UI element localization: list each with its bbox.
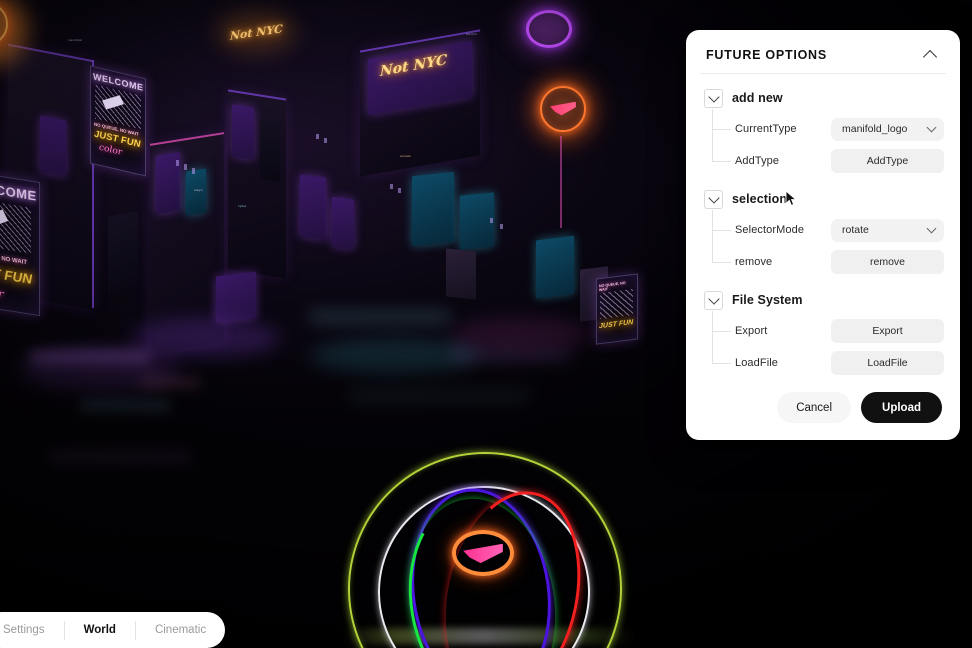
group-toggle-button[interactable] [704, 88, 723, 108]
chevron-down-icon [926, 122, 937, 133]
chevron-down-icon [707, 90, 720, 103]
group-header[interactable]: File System [704, 289, 944, 311]
group-rows: CurrentType manifold_logo AddType AddTyp… [704, 109, 944, 177]
group-file-system: File System Export Export LoadFile LoadF… [704, 289, 944, 379]
button-label: Export [872, 325, 903, 337]
select-value: manifold_logo [842, 123, 908, 135]
row-label: AddType [735, 155, 780, 167]
tab-world[interactable]: World [65, 612, 135, 648]
upload-button[interactable]: Upload [861, 392, 942, 423]
rotation-gizmo[interactable] [344, 452, 634, 648]
mouse-pointer-icon [785, 190, 798, 207]
button-label: LoadFile [867, 357, 908, 369]
group-toggle-button[interactable] [704, 189, 723, 209]
group-rows: Export Export LoadFile LoadFile [704, 311, 944, 379]
bottom-tab-bar: Settings World Cinematic [0, 612, 226, 648]
chevron-up-icon [922, 49, 938, 64]
group-label: File System [732, 293, 803, 307]
chevron-down-icon [707, 191, 720, 204]
panel-header: FUTURE OPTIONS [686, 30, 960, 73]
row-load-file: LoadFile LoadFile [712, 347, 944, 379]
gizmo-manifold-logo [452, 530, 514, 576]
add-type-button[interactable]: AddType [831, 149, 944, 173]
tab-cinematic[interactable]: Cinematic [136, 612, 225, 648]
load-file-button[interactable]: LoadFile [831, 351, 944, 375]
row-label: remove [735, 256, 773, 268]
panel-footer: Cancel Upload [686, 392, 960, 440]
group-rows: SelectorMode rotate remove remove [704, 210, 944, 278]
row-export: Export Export [712, 315, 944, 347]
button-label: AddType [866, 155, 909, 167]
row-selector-mode: SelectorMode rotate [712, 214, 944, 246]
row-remove: remove remove [712, 246, 944, 278]
group-toggle-button[interactable] [704, 290, 723, 310]
group-header[interactable]: add new [704, 87, 944, 109]
row-add-type: AddType AddType [712, 145, 944, 177]
future-options-panel: FUTURE OPTIONS add new CurrentType manif… [686, 30, 960, 440]
export-button[interactable]: Export [831, 319, 944, 343]
selector-mode-select[interactable]: rotate [831, 218, 944, 242]
panel-body: add new CurrentType manifold_logo AddTyp… [686, 74, 960, 392]
panel-title: FUTURE OPTIONS [706, 48, 827, 62]
group-label: add new [732, 91, 783, 105]
remove-button[interactable]: remove [831, 250, 944, 274]
row-current-type: CurrentType manifold_logo [712, 113, 944, 145]
row-label: LoadFile [735, 357, 778, 369]
current-type-select[interactable]: manifold_logo [831, 117, 944, 141]
chevron-down-icon [707, 292, 720, 305]
app-root: WELCOME NO QUEUE, NO WAIT JUST FUN color… [0, 0, 972, 648]
row-label: Export [735, 325, 768, 337]
row-label: SelectorMode [735, 224, 805, 236]
row-label: CurrentType [735, 123, 797, 135]
cancel-button[interactable]: Cancel [777, 392, 852, 423]
tab-settings[interactable]: Settings [0, 612, 64, 648]
chevron-down-icon [926, 223, 937, 234]
button-label: remove [869, 256, 905, 268]
group-header[interactable]: selection [704, 188, 944, 210]
panel-collapse-button[interactable] [919, 46, 941, 64]
select-value: rotate [842, 224, 869, 236]
group-selection: selection SelectorMode rotate remove rem… [704, 188, 944, 278]
group-add-new: add new CurrentType manifold_logo AddTyp… [704, 87, 944, 177]
group-label: selection [732, 192, 788, 206]
